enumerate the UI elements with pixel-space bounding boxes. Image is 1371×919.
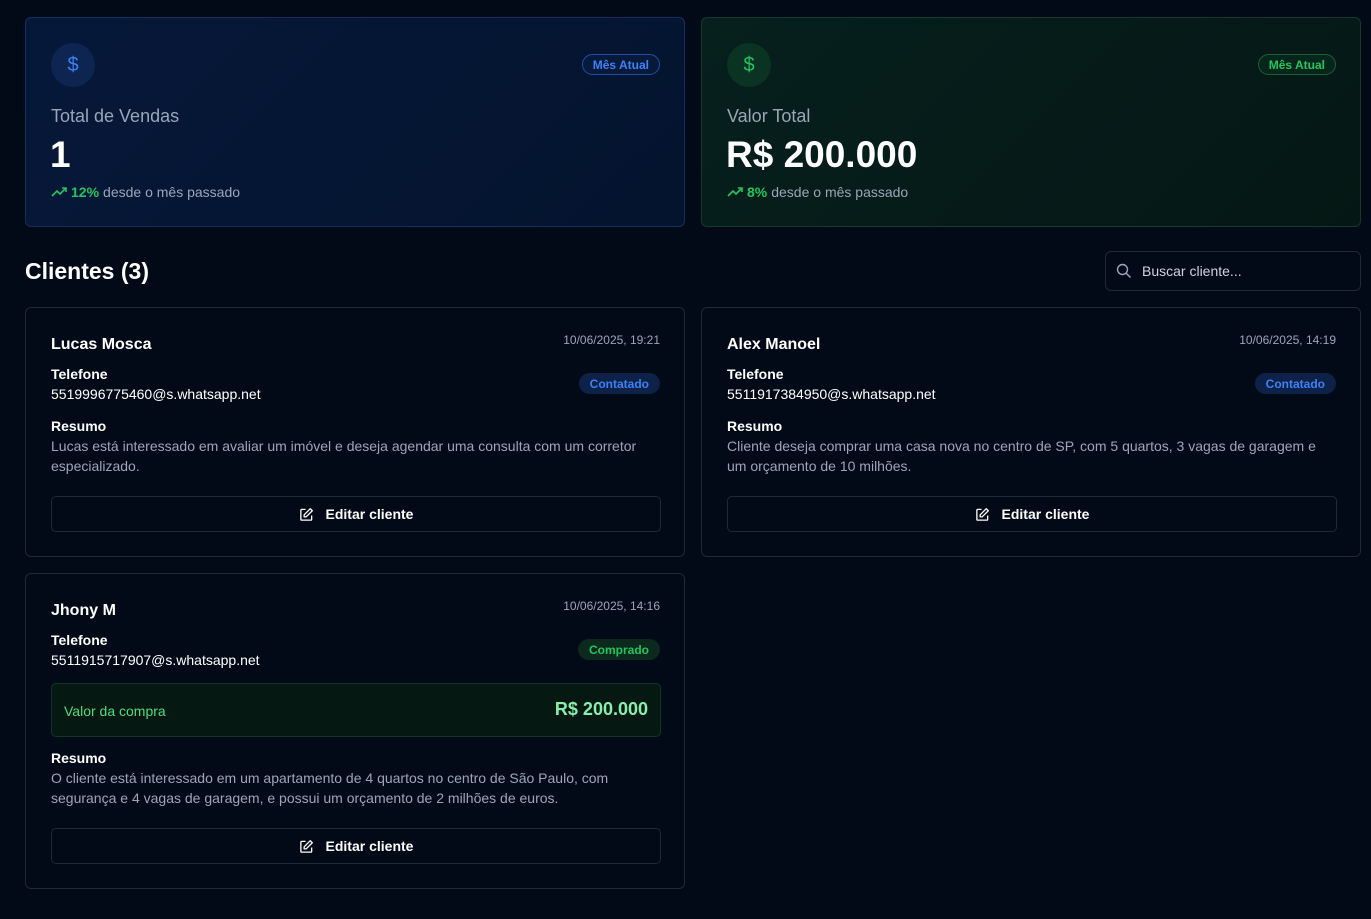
stat-trend: 12% desde o mês passado xyxy=(51,184,240,200)
edit-client-button[interactable]: Editar cliente xyxy=(51,828,661,864)
client-card: Lucas Mosca 10/06/2025, 19:21 Telefone 5… xyxy=(25,307,685,557)
trending-up-icon xyxy=(51,187,67,197)
edit-client-label: Editar cliente xyxy=(325,506,414,522)
trend-text: desde o mês passado xyxy=(103,184,241,200)
clients-title: Clientes (3) xyxy=(25,258,149,284)
current-month-badge: Mês Atual xyxy=(581,54,660,75)
current-month-badge: Mês Atual xyxy=(1257,54,1336,75)
edit-client-label: Editar cliente xyxy=(325,838,414,854)
phone-value: 5519996775460@s.whatsapp.net xyxy=(51,386,261,402)
client-name: Alex Manoel xyxy=(727,336,821,353)
client-name: Jhony M xyxy=(51,602,116,619)
edit-client-button[interactable]: Editar cliente xyxy=(727,496,1337,532)
trend-text: desde o mês passado xyxy=(771,184,909,200)
client-date: 10/06/2025, 14:19 xyxy=(1239,333,1336,347)
summary-text: O cliente está interessado em um apartam… xyxy=(51,770,609,806)
edit-icon xyxy=(299,839,313,853)
phone-value: 5511917384950@s.whatsapp.net xyxy=(727,386,936,402)
edit-client-button[interactable]: Editar cliente xyxy=(51,496,661,532)
client-card: Alex Manoel 10/06/2025, 14:19 Telefone 5… xyxy=(701,307,1361,557)
client-date: 10/06/2025, 19:21 xyxy=(563,333,660,347)
stat-trend: 8% desde o mês passado xyxy=(727,184,908,200)
edit-icon xyxy=(975,507,989,521)
status-badge: Contatado xyxy=(578,373,660,394)
total-sales-card: $ Mês Atual Total de Vendas 1 12% desde … xyxy=(25,17,685,227)
edit-icon xyxy=(299,507,313,521)
summary-label: Resumo xyxy=(51,750,107,766)
summary-text: Lucas está interessado em avaliar um imó… xyxy=(51,438,637,474)
summary-text: Cliente deseja comprar uma casa nova no … xyxy=(727,438,1316,474)
status-badge: Comprado xyxy=(578,639,660,660)
client-date: 10/06/2025, 14:16 xyxy=(563,599,660,613)
phone-label: Telefone xyxy=(727,366,784,382)
stats-row: $ Mês Atual Total de Vendas 1 12% desde … xyxy=(25,17,1361,227)
dollar-icon: $ xyxy=(51,43,95,87)
trending-up-icon xyxy=(727,187,743,197)
purchase-value-box: Valor da compra R$ 200.000 xyxy=(51,683,661,737)
trend-percent: 12% xyxy=(71,184,100,200)
stat-value: R$ 200.000 xyxy=(726,134,918,175)
trend-percent: 8% xyxy=(747,184,768,200)
edit-client-label: Editar cliente xyxy=(1001,506,1090,522)
search-input[interactable] xyxy=(1142,263,1342,279)
phone-label: Telefone xyxy=(51,632,108,648)
stat-value: 1 xyxy=(50,134,71,175)
summary-label: Resumo xyxy=(727,418,783,434)
search-box[interactable] xyxy=(1105,251,1361,291)
stat-label: Total de Vendas xyxy=(51,106,180,126)
phone-value: 5511915717907@s.whatsapp.net xyxy=(51,652,260,668)
dollar-icon: $ xyxy=(727,43,771,87)
purchase-label: Valor da compra xyxy=(64,703,166,719)
stat-label: Valor Total xyxy=(727,106,811,126)
search-icon xyxy=(1116,263,1131,278)
status-badge: Contatado xyxy=(1254,373,1336,394)
purchase-value: R$ 200.000 xyxy=(554,699,648,719)
client-card: Jhony M 10/06/2025, 14:16 Telefone 55119… xyxy=(25,573,685,889)
total-value-card: $ Mês Atual Valor Total R$ 200.000 8% de… xyxy=(701,17,1361,227)
phone-label: Telefone xyxy=(51,366,108,382)
summary-label: Resumo xyxy=(51,418,107,434)
client-name: Lucas Mosca xyxy=(51,336,152,353)
